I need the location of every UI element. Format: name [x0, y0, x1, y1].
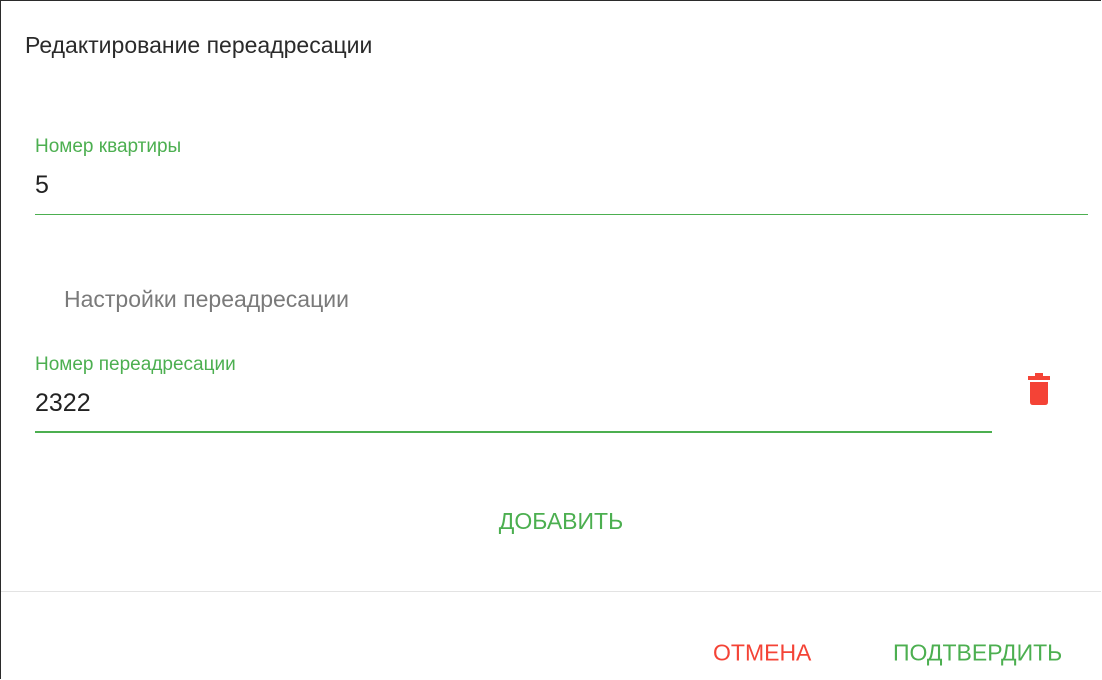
edit-redirect-dialog: Редактирование переадресации Номер кварт…: [0, 0, 1101, 679]
apartment-number-field: Номер квартиры: [35, 136, 1088, 218]
redirect-number-input[interactable]: [35, 389, 935, 418]
redirect-settings-title: Настройки переадресации: [64, 286, 349, 312]
confirm-button[interactable]: ПОДТВЕРДИТЬ: [893, 641, 1062, 665]
apartment-number-input[interactable]: [35, 171, 1035, 200]
redirect-number-field: Номер переадресации: [35, 354, 992, 436]
delete-redirect-button[interactable]: [1021, 369, 1057, 409]
redirect-number-underline: [35, 431, 992, 433]
dialog-title: Редактирование переадресации: [25, 32, 373, 58]
apartment-number-label: Номер квартиры: [35, 136, 182, 157]
apartment-number-underline: [35, 214, 1088, 215]
cancel-button[interactable]: ОТМЕНА: [713, 641, 811, 665]
add-redirect-button[interactable]: ДОБАВИТЬ: [461, 501, 661, 541]
actions-divider: [1, 591, 1101, 592]
trash-icon: [1028, 373, 1050, 405]
redirect-number-label: Номер переадресации: [35, 354, 236, 375]
